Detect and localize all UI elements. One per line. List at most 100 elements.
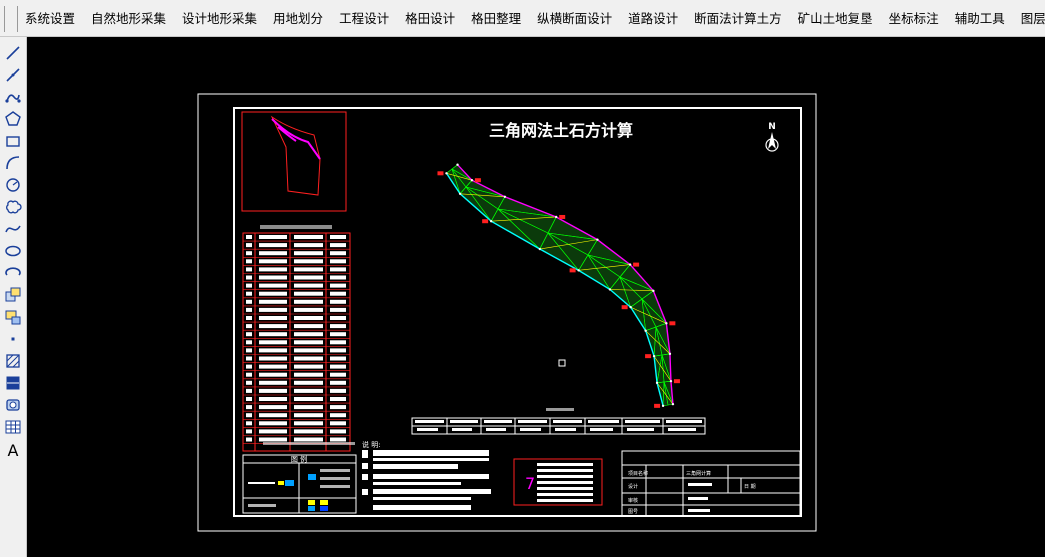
earth-header-cell (415, 420, 444, 423)
volume-number: 7 (525, 474, 535, 493)
coord-row-x (259, 259, 287, 264)
menu-item-5[interactable]: 格田设计 (397, 0, 463, 37)
coord-row-y (294, 421, 323, 426)
coord-row-id (246, 275, 252, 280)
menu-item-10[interactable]: 矿山土地复垦 (790, 0, 881, 37)
legend-title: 图 例 (291, 455, 307, 464)
earth-header-cell (450, 420, 478, 423)
coord-row-z (330, 380, 346, 385)
cad-drawing[interactable]: 三角网法土石方计算 N 图 例 说 明: 7 项目名称 设计 审核 图号 三角网… (28, 37, 1045, 557)
table-tool-icon[interactable] (2, 416, 24, 437)
coord-row-z (330, 372, 346, 377)
menu-item-1[interactable]: 自然地形采集 (83, 0, 174, 37)
coord-row-x (259, 299, 287, 304)
rectangle-tool-icon[interactable] (2, 130, 24, 151)
vertex-point (489, 220, 493, 223)
make-block-icon[interactable] (2, 306, 24, 327)
coord-row-id (246, 380, 252, 385)
earth-header-cell (666, 420, 702, 423)
coord-row-y (294, 316, 323, 320)
coord-row-z (330, 364, 346, 369)
coord-row-x (259, 405, 287, 410)
polyline-tool-icon[interactable] (2, 64, 24, 85)
site-fill (446, 164, 673, 406)
vertex-point (644, 329, 647, 332)
coord-row-x (259, 364, 287, 369)
coord-row-y (294, 259, 323, 264)
coord-row-y (294, 429, 323, 434)
polygon-tool-icon[interactable] (2, 108, 24, 129)
coord-row-x (259, 283, 287, 288)
menu-item-4[interactable]: 工程设计 (331, 0, 397, 37)
menu-bar: 系统设置 自然地形采集 设计地形采集 用地划分 工程设计 格田设计 格田整理 纵横断面设计 道路… (0, 0, 1045, 37)
vertex-point (669, 379, 673, 383)
coord-row-y (294, 267, 323, 272)
coord-row-y (294, 380, 323, 385)
menu-item-8[interactable]: 道路设计 (620, 0, 686, 37)
earth-value-cell (486, 428, 506, 431)
coord-row-y (294, 348, 323, 353)
vertex-point (661, 404, 665, 408)
coord-row-x (259, 397, 287, 401)
menu-grip[interactable] (4, 6, 18, 32)
point-tool-icon[interactable] (2, 328, 24, 349)
coord-row-id (246, 421, 252, 426)
coord-row-x (259, 235, 287, 239)
ellipse-arc-icon[interactable] (2, 262, 24, 283)
arc-tool-icon[interactable] (2, 152, 24, 173)
coord-row-x (259, 267, 287, 272)
coord-row-x (259, 388, 287, 393)
vertex-label (621, 305, 628, 310)
vertex-label (669, 321, 676, 326)
coord-row-id (246, 405, 252, 410)
coord-row-x (259, 251, 287, 256)
coord-row-id (246, 437, 252, 442)
coord-row-z (330, 413, 346, 418)
menu-item-11[interactable]: 坐标标注 (881, 0, 947, 37)
ellipse-tool-icon[interactable] (2, 240, 24, 261)
north-label: N (768, 122, 776, 132)
coord-row-z (330, 267, 346, 272)
vertex-label (645, 354, 652, 359)
key-map (241, 111, 347, 212)
vertex-point (445, 172, 448, 175)
coord-row-y (294, 251, 323, 256)
earthwork-table (411, 408, 706, 435)
menu-item-7[interactable]: 纵横断面设计 (529, 0, 620, 37)
drawing-canvas[interactable]: 三角网法土石方计算 N 图 例 说 明: 7 项目名称 设计 审核 图号 三角网… (28, 37, 1045, 557)
coord-row-x (259, 316, 287, 320)
spline-connect-icon[interactable] (2, 86, 24, 107)
line-tool-icon[interactable] (2, 42, 24, 63)
curve-tool-icon[interactable] (2, 218, 24, 239)
hatch-tool-icon[interactable] (2, 350, 24, 371)
menu-item-0[interactable]: 系统设置 (17, 0, 83, 37)
coord-row-z (330, 388, 346, 393)
vertex-point (458, 192, 462, 195)
menu-item-9[interactable]: 断面法计算土方 (686, 0, 790, 37)
insert-block-icon[interactable] (2, 284, 24, 305)
cloud-tool-icon[interactable] (2, 196, 24, 217)
vertex-point (554, 215, 558, 219)
north-arrow-icon: N (765, 122, 779, 152)
coord-row-z (330, 356, 346, 361)
selection-grip[interactable] (558, 359, 566, 367)
tb-row-2: 审核 (628, 497, 638, 504)
menu-item-12[interactable]: 辅助工具 (947, 0, 1013, 37)
coord-row-id (246, 356, 252, 361)
coord-row-x (259, 243, 287, 248)
menu-item-6[interactable]: 格田整理 (463, 0, 529, 37)
circle-tool-icon[interactable] (2, 174, 24, 195)
region-tool-icon[interactable] (2, 394, 24, 415)
vertex-label (673, 379, 680, 384)
menu-item-3[interactable]: 用地划分 (265, 0, 331, 37)
notes-section: 说 明: (362, 440, 491, 510)
menu-item-13[interactable]: 图层图件 (1013, 0, 1045, 37)
tb-row-0: 项目名称 (628, 470, 648, 477)
menu-item-2[interactable]: 设计地形采集 (174, 0, 265, 37)
coord-row-id (246, 251, 252, 256)
coord-row-y (294, 372, 323, 377)
gradient-tool-icon[interactable] (2, 372, 24, 393)
vertex-label (654, 403, 661, 408)
text-tool-icon[interactable]: A (2, 440, 24, 461)
coord-row-y (294, 437, 323, 442)
